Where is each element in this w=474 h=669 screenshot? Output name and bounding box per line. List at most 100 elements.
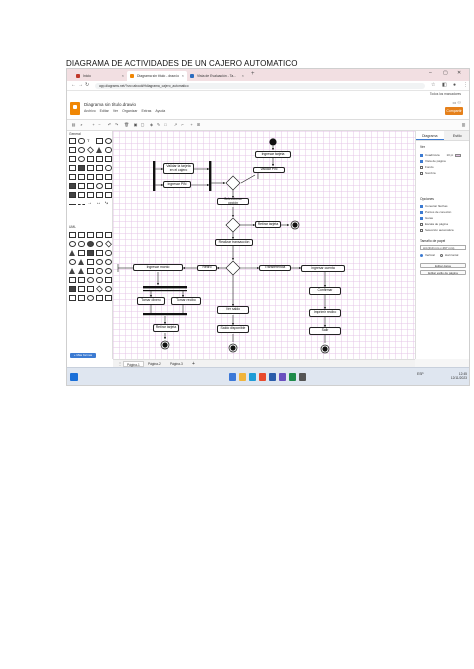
option-5[interactable]: Selección automática — [420, 228, 454, 232]
diamond-shape[interactable] — [87, 146, 94, 154]
decision-shape[interactable] — [105, 240, 112, 248]
reload-icon[interactable]: ↻ — [85, 82, 89, 88]
table-icon[interactable]: ⊞ — [196, 122, 201, 128]
url-field[interactable]: app.diagrams.net/?src=about#Hdiagrama_ca… — [95, 83, 425, 89]
more-shapes-button[interactable]: + Más formas — [70, 353, 96, 358]
shapes-section-uml[interactable]: UML — [69, 225, 76, 229]
step-shape[interactable] — [105, 156, 112, 162]
initial-node[interactable] — [269, 138, 277, 146]
activity-ingresar-tarjeta[interactable]: Ingresar tarjeta — [255, 151, 291, 158]
profile-icon[interactable]: ● — [453, 82, 456, 88]
star-icon[interactable]: ☆ — [431, 82, 435, 88]
interface-shape[interactable] — [78, 232, 85, 238]
option-2[interactable]: Puntos de conexión — [420, 210, 451, 214]
shadow-checkbox[interactable] — [420, 171, 423, 175]
redo-icon[interactable]: ↷ — [114, 122, 119, 128]
comment-icon[interactable]: ▭ ⚇ — [453, 100, 461, 105]
activity-ingresar-cuenta[interactable]: Ingresar cuenta — [301, 265, 345, 272]
arrow-shape[interactable]: → — [87, 201, 94, 207]
history-shape[interactable] — [105, 286, 112, 292]
diagram-canvas[interactable]: Ingresar tarjeta Validar la tarjeta en e… — [113, 131, 415, 359]
join-bar-1[interactable] — [209, 161, 212, 191]
fill-color-icon[interactable]: ◈ — [149, 122, 154, 128]
choice-shape[interactable] — [96, 285, 103, 293]
activity-ingresar-monto[interactable]: Ingresar monto — [133, 264, 183, 271]
ellipse-shape[interactable] — [105, 138, 112, 144]
browser-tab-2[interactable]: Diagrama sin título - draw.io × — [127, 71, 187, 81]
delete-icon[interactable]: 🗑 — [124, 122, 129, 128]
callout-shape[interactable] — [96, 165, 103, 171]
lifeline-shape[interactable] — [78, 250, 85, 256]
browser-tab-1[interactable]: Inicio × — [73, 71, 127, 81]
shadow-icon[interactable]: □ — [163, 122, 168, 128]
swimlane-shape[interactable] — [96, 174, 103, 180]
activity-realizar-transaccion[interactable]: Realizar transacción — [215, 239, 253, 246]
card-shape[interactable] — [69, 165, 76, 171]
or-shape[interactable] — [96, 183, 103, 189]
component-shape[interactable] — [96, 192, 103, 198]
attribute-shape[interactable] — [105, 232, 112, 238]
option-checkbox[interactable] — [420, 228, 423, 232]
activity-transferencia[interactable]: Transferencia — [259, 265, 291, 271]
edit-data-button[interactable]: Editar datos — [420, 263, 466, 268]
trapezoid-shape[interactable] — [78, 259, 84, 265]
activity-tomar-recibo[interactable]: Tomar recibo — [171, 297, 201, 305]
insert-icon[interactable]: + — [189, 122, 194, 128]
clock[interactable]: 12:45 12/11/2023 — [439, 372, 467, 380]
extensions-icon[interactable]: ◧ — [442, 82, 447, 88]
word-icon[interactable] — [269, 373, 276, 381]
cylinder-shape[interactable] — [78, 156, 85, 162]
close-window-icon[interactable]: ✕ — [457, 70, 461, 76]
shapes-section-general[interactable]: General — [69, 132, 81, 136]
tape-shape[interactable] — [69, 174, 76, 180]
text-shape[interactable]: T — [87, 138, 94, 144]
decision-node-1[interactable] — [225, 175, 241, 191]
shadow-option[interactable]: Sombra — [420, 171, 436, 175]
ring-shape[interactable] — [105, 268, 112, 274]
activity-retirar-tarjeta-2[interactable]: Retirar tarjeta — [153, 324, 179, 332]
close-icon[interactable]: × — [182, 73, 184, 78]
activity-retiro[interactable]: Retiro — [197, 265, 217, 271]
zoom-in-icon[interactable]: + — [91, 122, 96, 128]
to-front-icon[interactable]: ▣ — [133, 122, 138, 128]
menu-ver[interactable]: Ver — [113, 109, 118, 113]
landscape-radio[interactable] — [439, 253, 443, 257]
undo-icon[interactable]: ↶ — [107, 122, 112, 128]
port-shape[interactable] — [87, 277, 94, 283]
grid-checkbox[interactable] — [420, 153, 423, 157]
package-shape[interactable] — [87, 192, 94, 198]
bidirectional-arrow-shape[interactable]: ↔ — [96, 201, 103, 207]
and-shape[interactable] — [105, 183, 112, 189]
option-3[interactable]: Guías — [420, 216, 433, 220]
new-tab-button[interactable]: + — [251, 71, 255, 77]
activity-saldo-disponible[interactable]: Saldo disponible — [217, 325, 249, 333]
artifact-shape[interactable] — [105, 277, 112, 283]
chrome-icon[interactable] — [259, 373, 266, 381]
option-checkbox[interactable] — [420, 210, 423, 214]
square-shape[interactable] — [69, 147, 76, 153]
close-icon[interactable]: × — [122, 73, 124, 78]
region-shape[interactable] — [87, 286, 94, 292]
control-shape[interactable] — [96, 259, 103, 265]
bookmarks-folder[interactable]: Todos los marcadores — [430, 92, 461, 96]
timer-shape[interactable] — [96, 295, 103, 301]
rounded-rect-shape[interactable] — [78, 138, 85, 144]
edge-icon[interactable] — [249, 373, 256, 381]
activity-validar-pin[interactable]: Validar PIN — [253, 167, 285, 173]
frame-shape[interactable] — [78, 183, 85, 189]
sidebar-toggle-icon[interactable]: ▤ — [71, 122, 76, 128]
dashed-line-shape[interactable] — [78, 204, 85, 205]
kebab-menu-icon[interactable]: ⋮ — [463, 82, 468, 88]
merge-shape[interactable] — [78, 286, 85, 292]
zoom-icon[interactable]: ⌕ — [79, 122, 84, 128]
page-view-checkbox[interactable] — [420, 159, 423, 163]
table-shape[interactable] — [105, 174, 112, 180]
activity-ingresar-pin[interactable]: Ingresar PIN — [163, 181, 191, 188]
tab-diagrama[interactable]: Diagrama — [416, 131, 444, 140]
cube-shape[interactable] — [96, 156, 103, 162]
search-icon[interactable] — [229, 373, 236, 381]
document-name[interactable]: Diagrama sin título.drawio — [84, 102, 136, 107]
forward-icon[interactable]: → — [78, 82, 83, 88]
note-shape[interactable] — [87, 165, 94, 171]
node-shape[interactable] — [96, 277, 103, 283]
